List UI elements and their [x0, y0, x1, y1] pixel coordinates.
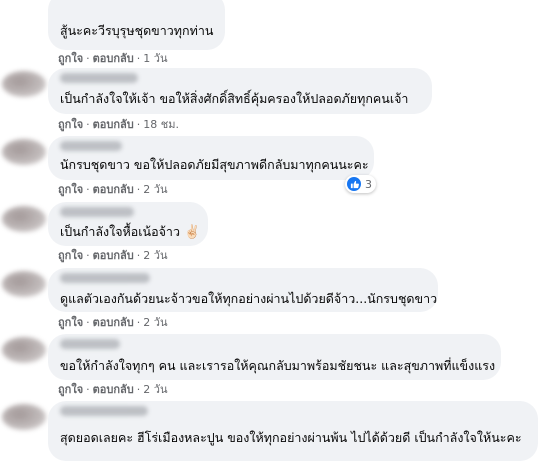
like-link[interactable]: ถูกใจ [58, 52, 83, 65]
comment-bubble: นักรบชุดขาว ขอให้ปลอดภัยมีสุขภาพดีกลับมา… [48, 136, 374, 180]
reply-link[interactable]: ตอบกลับ [93, 316, 134, 329]
comment-text: สุดยอดเลยคะ ฮีโร่เมืองหละปูน ของให้ทุกอย… [60, 430, 522, 445]
comment-time[interactable]: 1 วัน [143, 52, 167, 65]
avatar[interactable] [2, 337, 46, 363]
avatar[interactable] [2, 271, 46, 297]
author-name-blurred[interactable] [60, 141, 122, 151]
comment-text: นักรบชุดขาว ขอให้ปลอดภัยมีสุขภาพดีกลับมา… [60, 157, 369, 172]
avatar[interactable] [2, 404, 46, 430]
comment-text: สู้นะคะวีรบุรุษชุดขาวทุกท่าน [60, 23, 214, 38]
like-link[interactable]: ถูกใจ [58, 118, 83, 131]
author-name-blurred[interactable] [60, 339, 120, 349]
avatar[interactable] [2, 71, 46, 97]
comment-time[interactable]: 2 วัน [143, 383, 167, 396]
reply-link[interactable]: ตอบกลับ [93, 183, 134, 196]
comment-bubble: สุดยอดเลยคะ ฮีโร่เมืองหละปูน ของให้ทุกอย… [48, 401, 538, 461]
like-link[interactable]: ถูกใจ [58, 183, 83, 196]
comment-text: ดูแลตัวเองกันด้วยนะจ้าวขอให้ทุกอย่างผ่าน… [60, 291, 438, 306]
reply-link[interactable]: ตอบกลับ [93, 52, 134, 65]
comment-bubble: เป็นกำลังใจให้เจ้า ขอให้สิ่งศักดิ์สิทธิ์… [48, 68, 432, 114]
author-name-blurred[interactable] [60, 73, 138, 83]
reaction-count: 3 [365, 177, 372, 191]
comment-time[interactable]: 2 วัน [143, 183, 167, 196]
comment-text: เป็นกำลังใจหื้อเน้อจ้าว ✌🏻 [60, 224, 200, 241]
reply-link[interactable]: ตอบกลับ [93, 118, 134, 131]
comment-time[interactable]: 2 วัน [143, 249, 167, 262]
like-link[interactable]: ถูกใจ [58, 316, 83, 329]
comment-actions: ถูกใจ · ตอบกลับ · 2 วัน [58, 316, 168, 329]
like-link[interactable]: ถูกใจ [58, 383, 83, 396]
comment-bubble: ดูแลตัวเองกันด้วยนะจ้าวขอให้ทุกอย่างผ่าน… [48, 268, 438, 312]
like-link[interactable]: ถูกใจ [58, 249, 83, 262]
comment-actions: ถูกใจ · ตอบกลับ · 1 วัน [58, 52, 168, 65]
comment-actions: ถูกใจ · ตอบกลับ · 2 วัน [58, 383, 168, 396]
reaction-badge[interactable]: 3 [345, 175, 376, 193]
comment-time[interactable]: 18 ชม. [143, 118, 179, 131]
comment-text: เป็นกำลังใจให้เจ้า ขอให้สิ่งศักดิ์สิทธิ์… [60, 91, 409, 106]
comment-time[interactable]: 2 วัน [143, 316, 167, 329]
victory-hand-icon: ✌🏻 [183, 224, 201, 240]
avatar[interactable] [2, 206, 46, 232]
author-name-blurred[interactable] [60, 406, 148, 416]
comment-actions: ถูกใจ · ตอบกลับ · 2 วัน [58, 183, 168, 196]
comment-bubble: เป็นกำลังใจหื้อเน้อจ้าว ✌🏻 [48, 202, 208, 246]
comment-text: ขอให้กำลังใจทุกๆ คน และเรารอให้คุณกลับมา… [60, 358, 496, 373]
author-name-blurred[interactable] [60, 207, 134, 217]
comment-text-content: เป็นกำลังใจหื้อเน้อจ้าว [60, 224, 180, 239]
comment-bubble: ขอให้กำลังใจทุกๆ คน และเรารอให้คุณกลับมา… [48, 334, 501, 380]
avatar[interactable] [2, 139, 46, 165]
comment-actions: ถูกใจ · ตอบกลับ · 2 วัน [58, 249, 168, 262]
author-name-blurred[interactable] [60, 273, 150, 283]
reply-link[interactable]: ตอบกลับ [93, 249, 134, 262]
comment-bubble: สู้นะคะวีรบุรุษชุดขาวทุกท่าน [48, 0, 225, 50]
reply-link[interactable]: ตอบกลับ [93, 383, 134, 396]
like-thumbs-up-icon [347, 177, 361, 191]
comment-actions: ถูกใจ · ตอบกลับ · 18 ชม. [58, 118, 179, 131]
